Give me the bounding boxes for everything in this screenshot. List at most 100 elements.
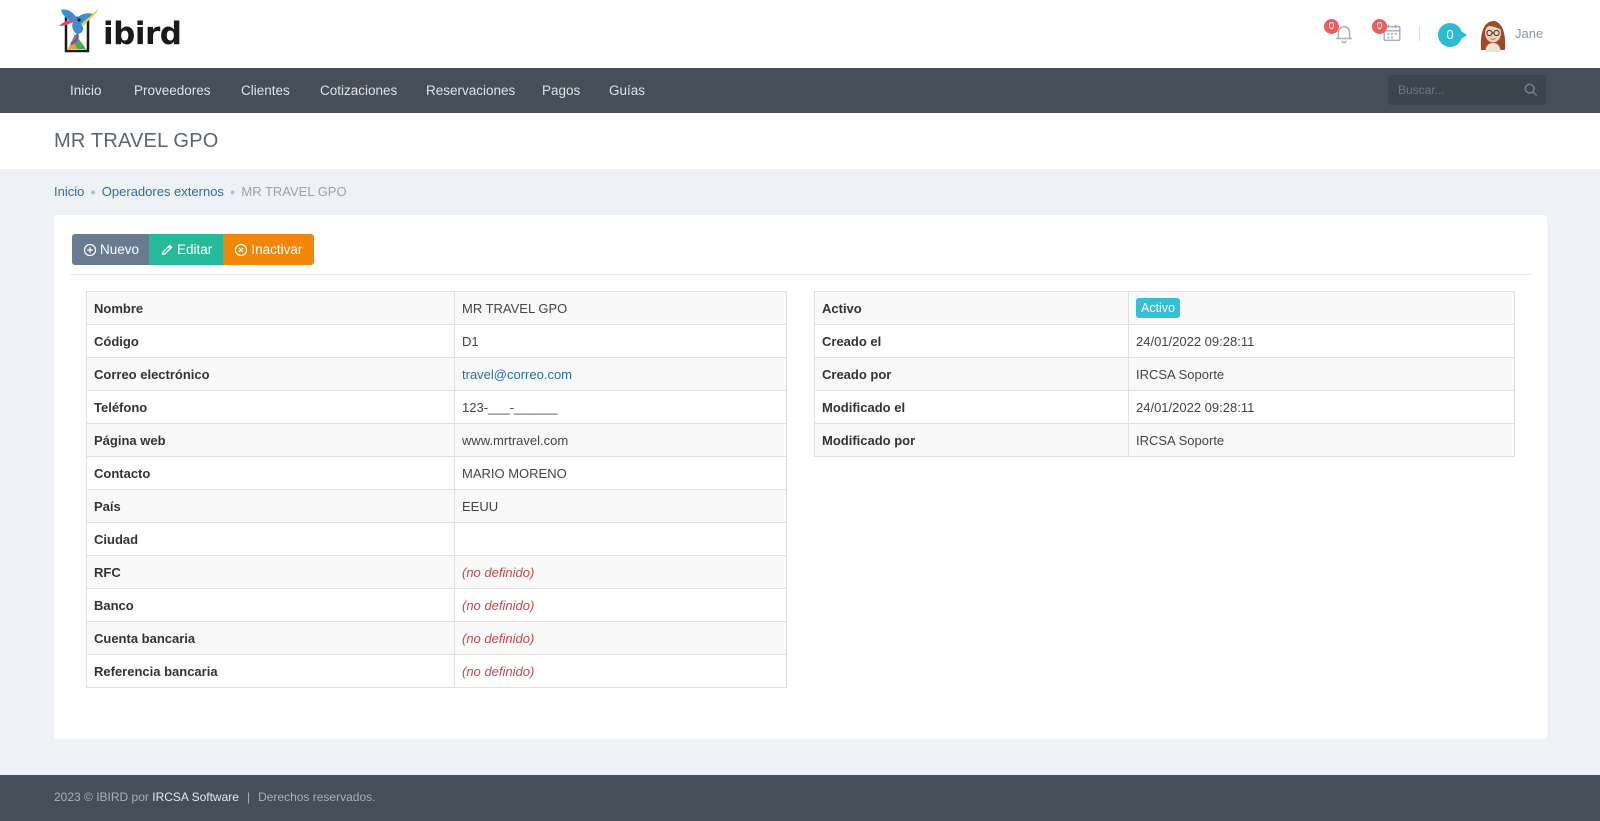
field-label: Activo bbox=[814, 291, 1129, 325]
table-row: Creado el 24/01/2022 09:28:11 bbox=[814, 324, 1515, 358]
table-row: Banco (no definido) bbox=[86, 588, 787, 622]
table-row: Activo Activo bbox=[814, 291, 1515, 325]
search-input[interactable] bbox=[1388, 75, 1514, 105]
nav-item-clientes[interactable]: Clientes bbox=[241, 68, 290, 113]
table-row: RFC (no definido) bbox=[86, 555, 787, 589]
field-label: Ciudad bbox=[86, 522, 455, 556]
editar-button[interactable]: Editar bbox=[149, 234, 224, 265]
search-icon[interactable] bbox=[1524, 83, 1538, 97]
user-avatar-icon bbox=[1480, 21, 1506, 52]
user-name[interactable]: Jane bbox=[1515, 26, 1543, 41]
field-label: Código bbox=[86, 324, 455, 358]
table-row: Referencia bancaria (no definido) bbox=[86, 654, 787, 688]
nav-item-guias[interactable]: Guías bbox=[609, 68, 645, 113]
calendar-button[interactable]: 0 bbox=[1372, 19, 1405, 46]
field-label: Página web bbox=[86, 423, 455, 457]
table-row: Teléfono 123-___-______ bbox=[86, 390, 787, 424]
field-label: Referencia bancaria bbox=[86, 654, 455, 688]
table-row: Modificado el 24/01/2022 09:28:11 bbox=[814, 390, 1515, 424]
field-label: País bbox=[86, 489, 455, 523]
audit-details-table: Activo Activo Creado el 24/01/2022 09:28… bbox=[814, 291, 1515, 457]
field-label: Creado por bbox=[814, 357, 1129, 391]
field-label: Nombre bbox=[86, 291, 455, 325]
search-box bbox=[1388, 75, 1546, 105]
nav-item-proveedores[interactable]: Proveedores bbox=[134, 68, 211, 113]
table-row: Cuenta bancaria (no definido) bbox=[86, 621, 787, 655]
field-value: MR TRAVEL GPO bbox=[454, 291, 787, 325]
detail-card: Nuevo Editar Inactivar Nombre MR TRAVEL … bbox=[54, 215, 1547, 739]
field-value bbox=[454, 522, 787, 556]
field-label: Modificado por bbox=[814, 423, 1129, 457]
editar-label: Editar bbox=[177, 242, 213, 257]
field-label: Creado el bbox=[814, 324, 1129, 358]
breadcrumb-current: MR TRAVEL GPO bbox=[241, 184, 347, 199]
field-label: Teléfono bbox=[86, 390, 455, 424]
table-row: Creado por IRCSA Soporte bbox=[814, 357, 1515, 391]
breadcrumb-separator-icon: ● bbox=[90, 186, 96, 197]
top-icons: 0 0 0 Jane bbox=[0, 0, 1600, 68]
table-row: Página web www.mrtravel.com bbox=[86, 423, 787, 457]
field-label: Contacto bbox=[86, 456, 455, 490]
notifications-button[interactable]: 0 bbox=[1324, 19, 1357, 46]
table-row: Contacto MARIO MORENO bbox=[86, 456, 787, 490]
nuevo-button[interactable]: Nuevo bbox=[72, 234, 150, 265]
field-label: Cuenta bancaria bbox=[86, 621, 455, 655]
breadcrumb-separator-icon: ● bbox=[229, 186, 236, 197]
field-value: 24/01/2022 09:28:11 bbox=[1128, 390, 1515, 424]
breadcrumb-inicio[interactable]: Inicio bbox=[54, 184, 84, 199]
footer-separator: | bbox=[246, 790, 251, 804]
footer-copyright: 2023 © IBIRD por bbox=[54, 790, 153, 804]
field-value: EEUU bbox=[454, 489, 787, 523]
undefined-value: (no definido) bbox=[462, 597, 535, 613]
nav-item-cotizaciones[interactable]: Cotizaciones bbox=[320, 68, 397, 113]
pencil-icon bbox=[161, 244, 173, 255]
field-label: Modificado el bbox=[814, 390, 1129, 424]
breadcrumb: Inicio ● Operadores externos ● MR TRAVEL… bbox=[54, 184, 347, 199]
undefined-value: (no definido) bbox=[462, 630, 535, 646]
footer-rights: Derechos reservados. bbox=[258, 790, 376, 804]
action-buttons: Nuevo Editar Inactivar bbox=[72, 234, 315, 265]
email-link[interactable]: travel@correo.com bbox=[462, 367, 572, 382]
table-row: País EEUU bbox=[86, 489, 787, 523]
footer-company-link[interactable]: IRCSA Software bbox=[152, 790, 239, 804]
inactivar-label: Inactivar bbox=[251, 242, 303, 257]
avatar[interactable] bbox=[1477, 16, 1509, 52]
inactivar-button[interactable]: Inactivar bbox=[223, 234, 315, 265]
nav-item-inicio[interactable]: Inicio bbox=[70, 68, 102, 113]
nav-item-pagos[interactable]: Pagos bbox=[542, 68, 580, 113]
table-row: Ciudad bbox=[86, 522, 787, 556]
field-label: Banco bbox=[86, 588, 455, 622]
undefined-value: (no definido) bbox=[462, 663, 535, 679]
plus-circle-icon bbox=[83, 243, 97, 256]
nuevo-label: Nuevo bbox=[100, 242, 140, 257]
table-row: Correo electrónico travel@correo.com bbox=[86, 357, 787, 391]
field-value: 24/01/2022 09:28:11 bbox=[1128, 324, 1515, 358]
page-title: MR TRAVEL GPO bbox=[54, 130, 219, 152]
divider bbox=[1419, 26, 1420, 42]
field-label: RFC bbox=[86, 555, 455, 589]
field-value: 123-___-______ bbox=[454, 390, 787, 424]
main-navbar: Inicio Proveedores Clientes Cotizaciones… bbox=[0, 68, 1600, 113]
field-label: Correo electrónico bbox=[86, 357, 455, 391]
field-value: IRCSA Soporte bbox=[1128, 357, 1515, 391]
status-badge: Activo bbox=[1136, 298, 1181, 318]
undefined-value: (no definido) bbox=[462, 564, 535, 580]
messages-button[interactable]: 0 bbox=[1438, 23, 1467, 47]
calendar-badge: 0 bbox=[1372, 19, 1387, 34]
footer-text: 2023 © IBIRD por IRCSA Software | Derechos… bbox=[54, 790, 375, 804]
nav-item-reservaciones[interactable]: Reservaciones bbox=[426, 68, 515, 113]
notifications-badge: 0 bbox=[1324, 19, 1339, 34]
footer: 2023 © IBIRD por IRCSA Software | Derechos… bbox=[0, 775, 1600, 821]
times-circle-icon bbox=[235, 243, 248, 256]
field-value: IRCSA Soporte bbox=[1128, 423, 1515, 457]
breadcrumb-operadores-externos[interactable]: Operadores externos bbox=[102, 184, 224, 199]
card-divider bbox=[70, 274, 1531, 275]
general-details-table: Nombre MR TRAVEL GPO Código D1 Correo el… bbox=[86, 291, 787, 688]
top-bar: ibird 0 0 0 Jane bbox=[0, 0, 1600, 68]
field-value: www.mrtravel.com bbox=[454, 423, 787, 457]
page-header: MR TRAVEL GPO bbox=[0, 113, 1600, 169]
table-row: Modificado por IRCSA Soporte bbox=[814, 423, 1515, 457]
table-row: Nombre MR TRAVEL GPO bbox=[86, 291, 787, 325]
field-value: D1 bbox=[454, 324, 787, 358]
table-row: Código D1 bbox=[86, 324, 787, 358]
